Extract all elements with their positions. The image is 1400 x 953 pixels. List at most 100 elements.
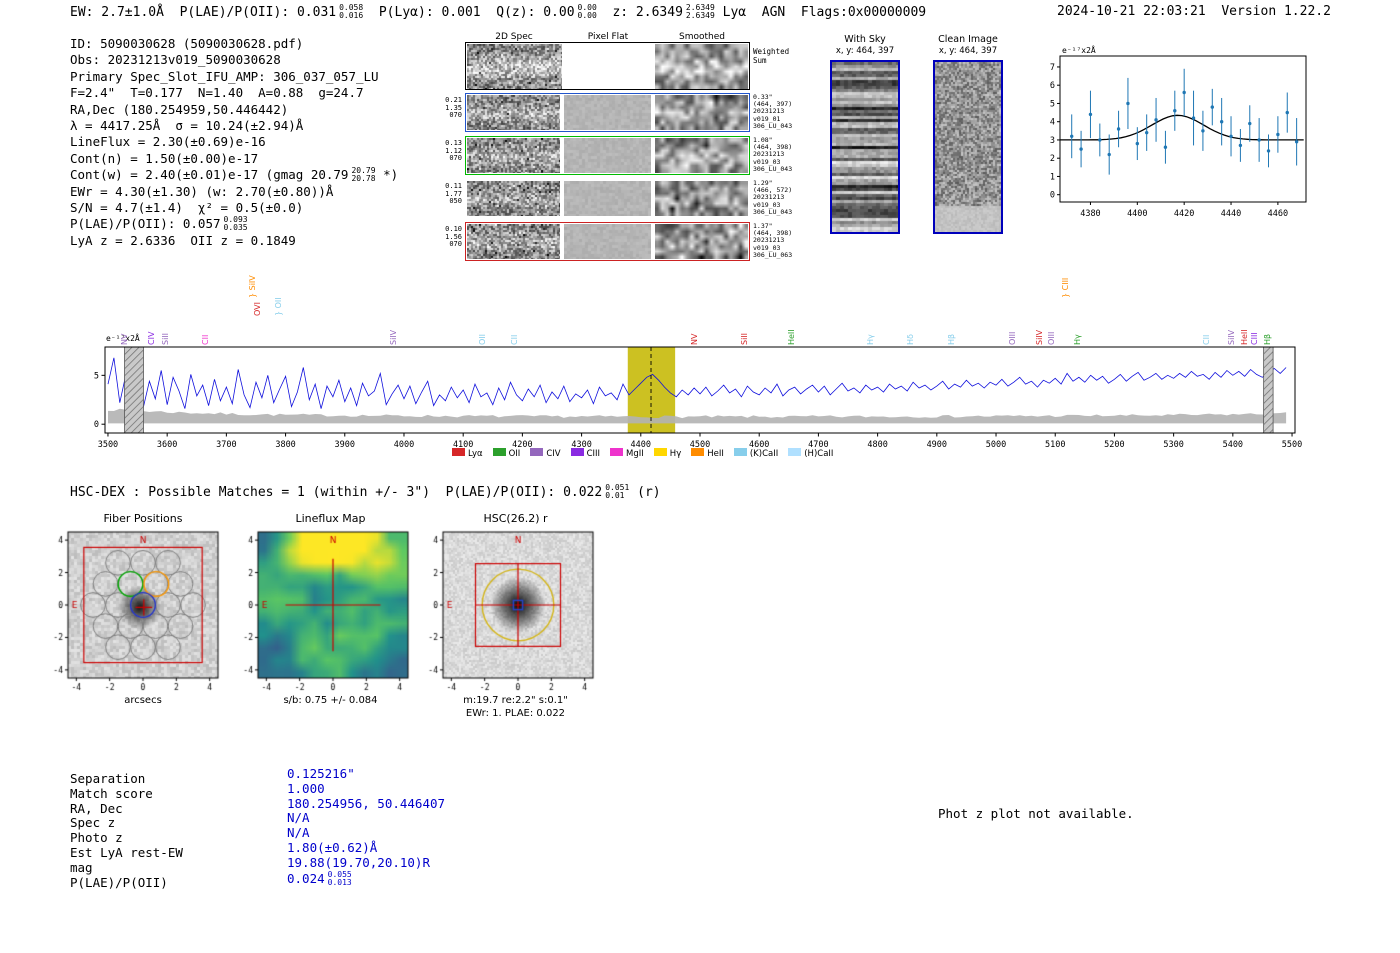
match-row-value: 19.88(19.70,20.10)R <box>287 855 445 871</box>
spec2d-row-pixelflat-strip <box>564 181 651 216</box>
clean-image-title: Clean Image <box>938 34 998 45</box>
stacked-uncertainty: 0.093 0.035 <box>223 215 248 233</box>
svg-text:4900: 4900 <box>927 440 947 450</box>
spec2d-row-2d-strip <box>467 95 560 130</box>
text-segment: 180.254956, 50.446407 <box>287 795 446 811</box>
svg-text:3700: 3700 <box>216 440 236 450</box>
header-summary-line: EW: 2.7±1.0Å P(LAE)/P(OII): 0.031 0.058 0.… <box>70 4 927 21</box>
svg-text:1: 1 <box>1050 172 1055 182</box>
col-header-smoothed: Smoothed <box>679 32 725 42</box>
legend-swatch <box>610 448 624 456</box>
text-segment: F=2.4" T=0.177 N=1.40 A=0.88 g=24.7 <box>70 85 364 101</box>
spec2d-row-pixelflat-strip <box>564 224 651 259</box>
fiber-positions-title: Fiber Positions <box>103 512 183 525</box>
match-row-label: Photo z <box>70 830 123 846</box>
match-row-value: 0.125216" <box>287 766 445 782</box>
spec2d-row-pixelflat-strip <box>564 138 651 173</box>
spectral-line-label: Hβ <box>1263 333 1273 345</box>
text-segment: Cont(w) = 2.40(±0.01)e-17 (gmag 20.79 <box>70 167 349 183</box>
spectral-line-label: SiIV <box>1034 329 1044 345</box>
legend-item: CIII <box>570 448 600 459</box>
spectral-line-label: CIV <box>146 331 156 345</box>
fiber-positions-plot <box>42 527 226 697</box>
with-sky-coords: x, y: 464, 397 <box>835 46 895 56</box>
spec2d-row-fiber-info: 1.29" (466, 572) 20231213 v019_03 306_LU… <box>753 179 793 216</box>
text-segment: RA,Dec (180.254959,50.446442) <box>70 101 289 117</box>
text-segment: z: 2.6349 <box>596 5 683 20</box>
text-segment: HSC-DEX : Possible Matches = 1 (within +… <box>70 485 603 500</box>
legend-swatch <box>492 448 506 456</box>
text-segment: ID: 5090030628 (5090030628.pdf) <box>70 36 304 51</box>
text-segment: N/A <box>287 810 310 826</box>
spec2d-row-2d-strip <box>467 138 560 173</box>
legend-label: (K)CaII <box>749 449 779 459</box>
svg-text:5100: 5100 <box>1045 440 1065 450</box>
hsc-caption-2: EWr: 1. PLAE: 0.022 <box>465 708 566 719</box>
svg-text:4800: 4800 <box>867 440 887 450</box>
legend-item: CIV <box>530 448 561 459</box>
match-row-label: P(LAE)/P(OII) <box>70 874 168 890</box>
svg-text:7: 7 <box>1050 63 1055 73</box>
info-line: LyA z = 2.6336 OII z = 0.1849 <box>70 233 398 249</box>
legend-label: Lyα <box>468 449 483 459</box>
clean-image-coords: x, y: 464, 397 <box>938 46 998 56</box>
spectral-line-label: Hδ <box>905 334 915 345</box>
spec2d-row-2d-strip <box>467 181 560 216</box>
spectral-line-label: SiIV <box>1226 329 1236 345</box>
spectrum-legend: Lyα OII CIV CIII MgII Hγ HeII (K)CaII (H)CaII <box>452 448 833 459</box>
match-row-value: 1.80(±0.62)Å <box>287 840 445 856</box>
weighted-sum-smoothed-strip <box>655 44 748 89</box>
text-segment: EW: 2.7±1.0Å P(LAE)/P(OII): 0.031 <box>70 5 337 20</box>
legend-label: HeII <box>707 449 724 459</box>
text-segment: Lyα AGN Flags:0x00000009 <box>714 5 927 20</box>
spectral-line-label: Hγ <box>865 334 875 345</box>
info-line: F=2.4" T=0.177 N=1.40 A=0.88 g=24.7 <box>70 85 398 101</box>
match-row-value: N/A <box>287 810 445 826</box>
svg-text:4420: 4420 <box>1174 209 1194 219</box>
svg-text:3500: 3500 <box>98 440 118 450</box>
spectral-line-label: OVI <box>253 302 263 316</box>
lineflux-map-title: Lineflux Map <box>295 512 366 525</box>
lineflux-map-plot <box>232 527 416 697</box>
svg-text:5: 5 <box>1050 99 1055 109</box>
spectral-line-label: NV <box>690 333 700 345</box>
text-segment: LineFlux = 2.30(±0.69)e-16 <box>70 134 266 150</box>
spectral-line-label: CII <box>510 334 520 345</box>
spectral-line-label: OIII <box>1046 331 1056 345</box>
svg-text:3900: 3900 <box>335 440 355 450</box>
spec2d-row-weights: 0.21 1.35 070 <box>445 96 462 120</box>
legend-swatch <box>691 448 705 456</box>
match-row-label: Est LyA rest-EW <box>70 844 183 860</box>
svg-text:5500: 5500 <box>1282 440 1302 450</box>
legend-swatch <box>452 448 465 456</box>
svg-text:e⁻¹⁷x2Å: e⁻¹⁷x2Å <box>1062 44 1096 55</box>
hsc-match-line: HSC-DEX : Possible Matches = 1 (within +… <box>70 484 661 501</box>
text-segment: EWr = 4.30(±1.30) (w: 2.70(±0.80))Å <box>70 183 334 199</box>
weighted-sum-2d-strip <box>467 44 562 89</box>
spectral-line-label: Hβ <box>946 333 956 345</box>
info-line: P(LAE)/P(OII): 0.057 0.093 0.035 <box>70 216 398 232</box>
stacked-uncertainty: 20.79 20.78 <box>351 166 376 184</box>
spectral-line-label: SiIV <box>389 329 399 345</box>
text-segment: N/A <box>287 825 310 841</box>
spectral-line-label: } SiIV <box>248 275 258 298</box>
legend-item: (K)CaII <box>733 448 779 459</box>
text-segment: Obs: 20231213v019_5090030628 <box>70 52 281 68</box>
info-line: λ = 4417.25Å σ = 10.24(±2.94)Å <box>70 118 398 134</box>
svg-text:4380: 4380 <box>1080 209 1100 219</box>
text-segment: 1.000 <box>287 780 325 796</box>
spec2d-row-weights: 0.13 1.12 070 <box>445 139 462 163</box>
legend-swatch <box>733 448 747 456</box>
legend-label: OII <box>508 449 521 459</box>
info-line: Primary Spec_Slot_IFU_AMP: 306_037_057_L… <box>70 69 398 85</box>
svg-text:5300: 5300 <box>1163 440 1183 450</box>
info-line: LineFlux = 2.30(±0.69)e-16 <box>70 134 398 150</box>
text-segment: LyA z = 2.6336 OII z = 0.1849 <box>70 232 296 248</box>
legend-label: Hγ <box>669 449 682 459</box>
hsc-cutout-plot <box>417 527 601 697</box>
text-segment: 0.024 <box>287 870 325 886</box>
spec2d-row-weights: 0.10 1.56 070 <box>445 225 462 249</box>
svg-text:4000: 4000 <box>394 440 414 450</box>
svg-text:4: 4 <box>1050 118 1055 128</box>
info-line: ID: 5090030628 (5090030628.pdf) <box>70 36 398 52</box>
